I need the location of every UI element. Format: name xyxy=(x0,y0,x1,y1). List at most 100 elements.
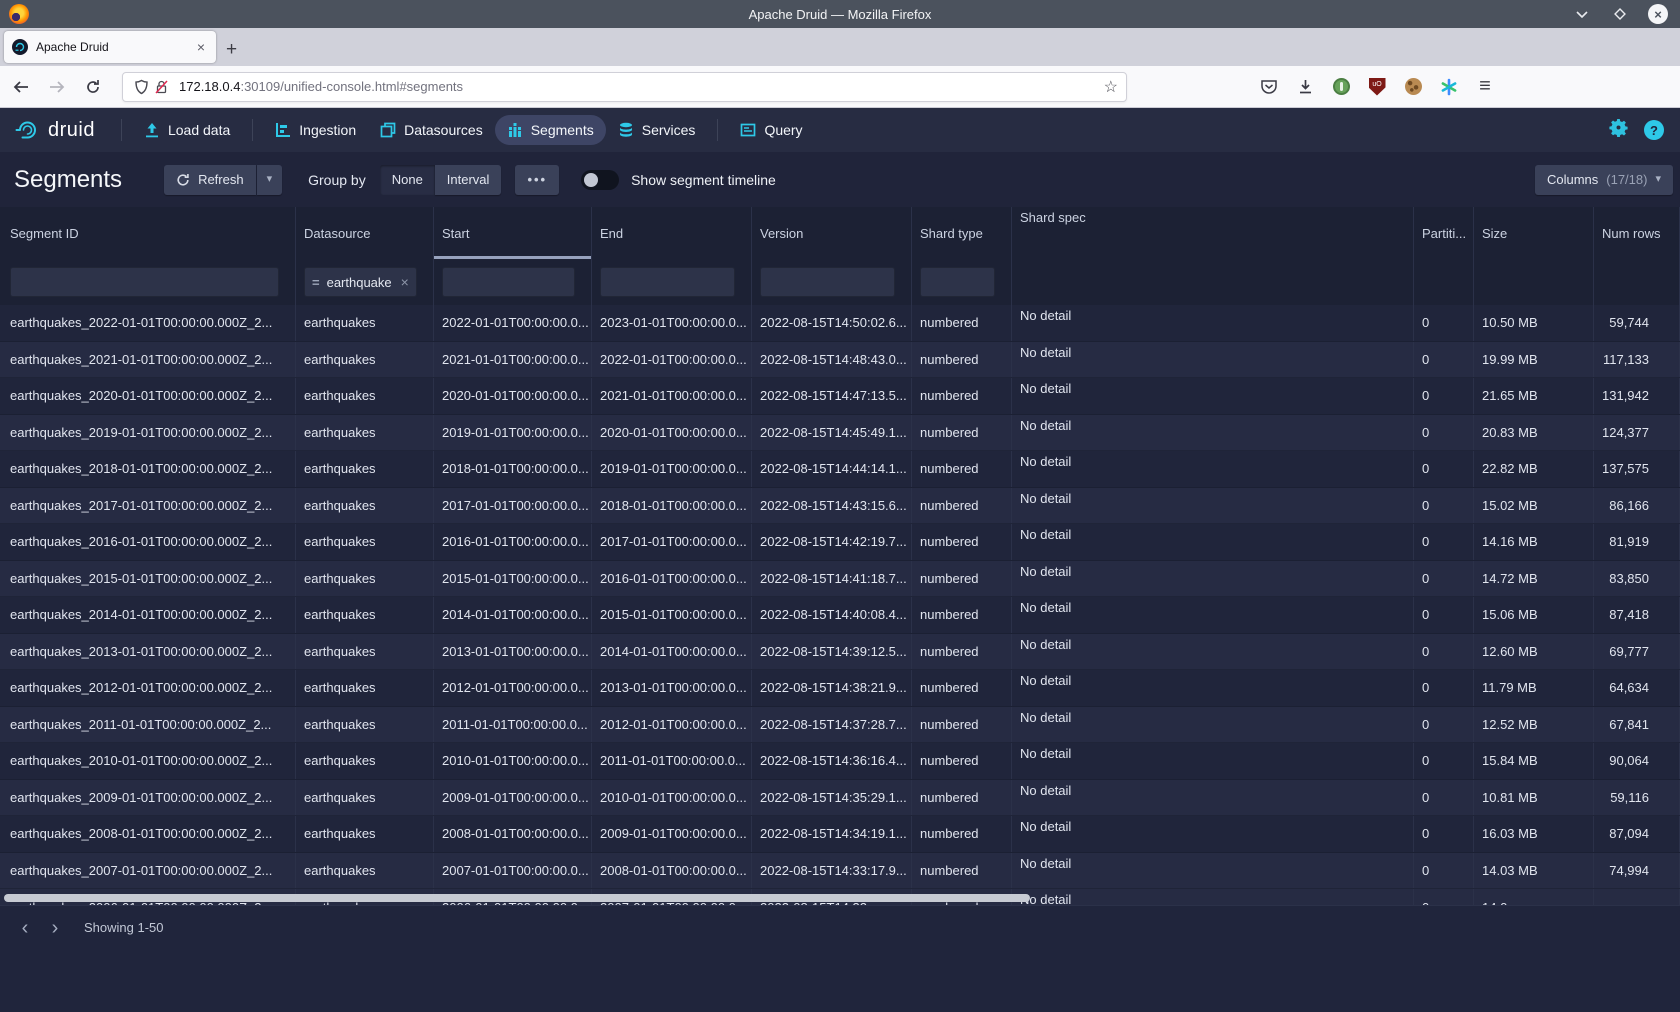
druid-logo-icon xyxy=(14,117,40,143)
filter-input-2[interactable] xyxy=(442,267,575,297)
cell-end: 2017-01-01T00:00:00.0... xyxy=(592,524,752,560)
forward-icon[interactable] xyxy=(42,72,72,102)
table-row[interactable]: earthquakes_2017-01-01T00:00:00.000Z_2..… xyxy=(0,488,1680,525)
pocket-icon[interactable] xyxy=(1259,77,1279,97)
window-close-icon[interactable]: × xyxy=(1648,4,1668,24)
help-icon[interactable]: ? xyxy=(1644,120,1664,140)
table-row[interactable]: earthquakes_2020-01-01T00:00:00.000Z_2..… xyxy=(0,378,1680,415)
column-header-9[interactable]: Num rows xyxy=(1594,207,1680,259)
cell-partition: 0 xyxy=(1414,524,1474,560)
nav-item-services[interactable]: Services xyxy=(606,115,708,145)
column-header-5[interactable]: Shard type xyxy=(912,207,1012,259)
column-header-4[interactable]: Version xyxy=(752,207,912,259)
column-header-7[interactable]: Partiti... xyxy=(1414,207,1474,259)
url-bar[interactable]: 172.18.0.4:30109/unified-console.html#se… xyxy=(122,72,1127,102)
filter-input-4[interactable] xyxy=(760,267,895,297)
cell-num_rows: 81,919 xyxy=(1594,524,1680,560)
cell-end: 2020-01-01T00:00:00.0... xyxy=(592,415,752,451)
refresh-caret-button[interactable]: ▾ xyxy=(257,165,283,195)
nav-item-datasources[interactable]: Datasources xyxy=(368,115,495,145)
cell-num_rows: 90,064 xyxy=(1594,743,1680,779)
window-maximize-icon[interactable] xyxy=(1610,4,1630,24)
browser-tab[interactable]: Apache Druid × xyxy=(4,31,216,63)
table-row[interactable]: earthquakes_2009-01-01T00:00:00.000Z_2..… xyxy=(0,780,1680,817)
nav-item-query[interactable]: Query xyxy=(728,115,814,145)
cell-shard_spec: No detail xyxy=(1012,780,1414,816)
insecure-lock-icon[interactable] xyxy=(151,77,171,97)
column-header-3[interactable]: End xyxy=(592,207,752,259)
cell-shard_spec: No detail xyxy=(1012,415,1414,451)
nav-item-segments[interactable]: Segments xyxy=(495,115,606,145)
cell-version: 2022-08-15T14:43:15.6... xyxy=(752,488,912,524)
nav-item-label: Load data xyxy=(168,122,230,138)
cell-shard_spec: No detail xyxy=(1012,342,1414,378)
table-row[interactable]: earthquakes_2014-01-01T00:00:00.000Z_2..… xyxy=(0,597,1680,634)
column-header-8[interactable]: Size xyxy=(1474,207,1594,259)
filter-row: =earthquake× xyxy=(0,259,1680,305)
window-minimize-icon[interactable] xyxy=(1572,4,1592,24)
refresh-button[interactable]: Refresh xyxy=(164,165,256,195)
load-data-icon xyxy=(144,122,160,138)
multicolor-extension-icon[interactable] xyxy=(1439,77,1459,97)
cookie-extension-icon[interactable] xyxy=(1403,77,1423,97)
group-by-none-button[interactable]: None xyxy=(380,165,435,195)
table-row[interactable]: earthquakes_2013-01-01T00:00:00.000Z_2..… xyxy=(0,634,1680,671)
cell-partition: 0 xyxy=(1414,707,1474,743)
more-options-button[interactable]: ••• xyxy=(515,165,559,195)
prev-page-icon[interactable]: ‹ xyxy=(10,916,40,940)
column-header-0[interactable]: Segment ID xyxy=(0,207,296,259)
filter-input-3[interactable] xyxy=(600,267,735,297)
filter-remove-icon[interactable]: × xyxy=(401,274,409,290)
bookmark-star-icon[interactable]: ☆ xyxy=(1104,77,1118,97)
filter-cell-4 xyxy=(752,259,912,305)
column-header-6[interactable]: Shard spec xyxy=(1012,207,1414,259)
downloads-icon[interactable] xyxy=(1295,77,1315,97)
cell-start: 2008-01-01T00:00:00.0... xyxy=(434,816,592,852)
nav-item-load-data[interactable]: Load data xyxy=(132,115,242,145)
horizontal-scrollbar[interactable] xyxy=(4,894,1030,902)
filter-input-1[interactable]: =earthquake× xyxy=(304,267,417,297)
table-row[interactable]: earthquakes_2012-01-01T00:00:00.000Z_2..… xyxy=(0,670,1680,707)
table-row[interactable]: earthquakes_2016-01-01T00:00:00.000Z_2..… xyxy=(0,524,1680,561)
druid-navbar: druid Load data Ingestion Datasources Se… xyxy=(0,108,1680,152)
columns-button[interactable]: Columns (17/18) ▾ xyxy=(1535,165,1673,195)
segment-timeline-toggle[interactable] xyxy=(581,170,619,190)
next-page-icon[interactable]: › xyxy=(40,916,70,940)
tab-close-icon[interactable]: × xyxy=(194,39,208,55)
table-row[interactable]: earthquakes_2011-01-01T00:00:00.000Z_2..… xyxy=(0,707,1680,744)
filter-input-5[interactable] xyxy=(920,267,995,297)
cell-size: 11.79 MB xyxy=(1474,670,1594,706)
cell-num_rows: 69,777 xyxy=(1594,634,1680,670)
table-row[interactable]: earthquakes_2018-01-01T00:00:00.000Z_2..… xyxy=(0,451,1680,488)
settings-gear-icon[interactable] xyxy=(1609,118,1628,142)
table-row[interactable]: earthquakes_2008-01-01T00:00:00.000Z_2..… xyxy=(0,816,1680,853)
cell-segment_id: earthquakes_2016-01-01T00:00:00.000Z_2..… xyxy=(0,524,296,560)
new-tab-button[interactable]: + xyxy=(226,40,237,59)
group-by-interval-button[interactable]: Interval xyxy=(435,165,502,195)
table-row[interactable]: earthquakes_2019-01-01T00:00:00.000Z_2..… xyxy=(0,415,1680,452)
cell-shard_type: numbered xyxy=(912,707,1012,743)
table-row[interactable]: earthquakes_2015-01-01T00:00:00.000Z_2..… xyxy=(0,561,1680,598)
cell-shard_type: numbered xyxy=(912,488,1012,524)
column-header-2[interactable]: Start xyxy=(434,207,592,259)
filter-input-0[interactable] xyxy=(10,267,279,297)
filter-cell-8 xyxy=(1474,259,1594,305)
extension-green-icon[interactable] xyxy=(1331,77,1351,97)
cell-size: 10.50 MB xyxy=(1474,305,1594,341)
ublock-origin-icon[interactable]: uO xyxy=(1367,77,1387,97)
menu-hamburger-icon[interactable]: ≡ xyxy=(1475,77,1495,97)
cell-segment_id: earthquakes_2014-01-01T00:00:00.000Z_2..… xyxy=(0,597,296,633)
columns-label: Columns xyxy=(1547,172,1598,187)
druid-logo[interactable]: druid xyxy=(0,117,111,143)
reload-icon[interactable] xyxy=(78,72,108,102)
table-row[interactable]: earthquakes_2021-01-01T00:00:00.000Z_2..… xyxy=(0,342,1680,379)
cell-shard_spec: No detail xyxy=(1012,378,1414,414)
close-glyph: × xyxy=(1654,7,1662,22)
table-row[interactable]: earthquakes_2022-01-01T00:00:00.000Z_2..… xyxy=(0,305,1680,342)
table-row[interactable]: earthquakes_2010-01-01T00:00:00.000Z_2..… xyxy=(0,743,1680,780)
back-icon[interactable] xyxy=(6,72,36,102)
shield-icon[interactable] xyxy=(131,77,151,97)
nav-item-ingestion[interactable]: Ingestion xyxy=(263,115,368,145)
table-row[interactable]: earthquakes_2007-01-01T00:00:00.000Z_2..… xyxy=(0,853,1680,890)
column-header-1[interactable]: Datasource xyxy=(296,207,434,259)
